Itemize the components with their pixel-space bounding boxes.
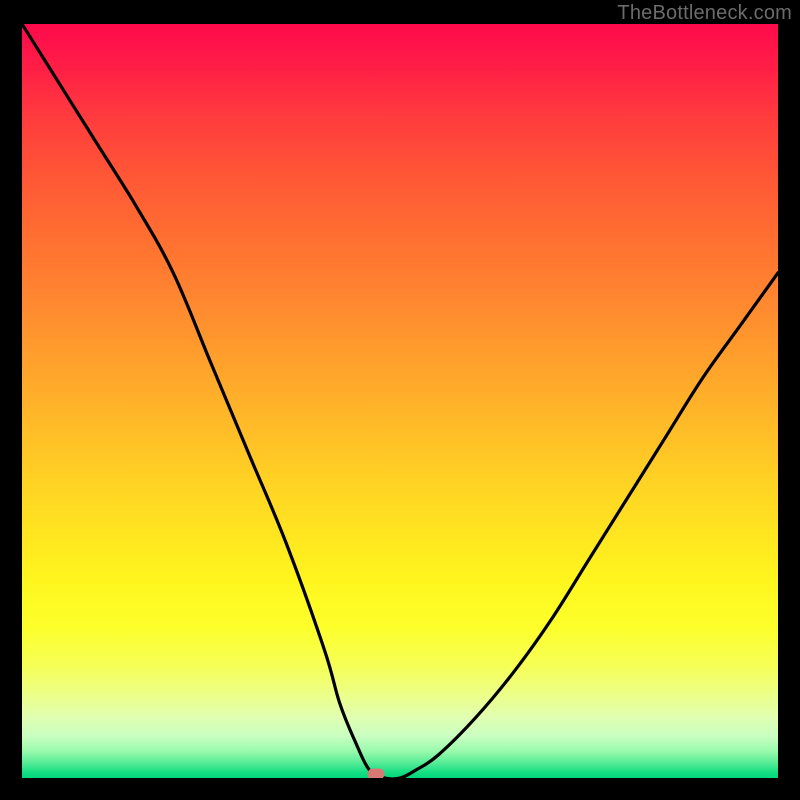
- chart-frame: TheBottleneck.com: [0, 0, 800, 800]
- bottleneck-curve: [22, 24, 778, 778]
- watermark-text: TheBottleneck.com: [617, 2, 792, 25]
- plot-area: [22, 24, 778, 778]
- optimal-point-marker: [367, 769, 384, 779]
